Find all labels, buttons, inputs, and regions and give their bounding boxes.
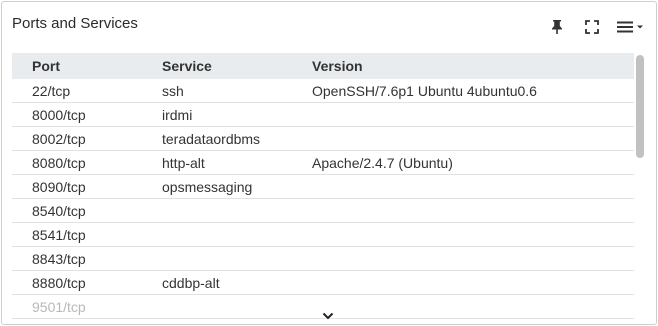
service-cell: teradataordbms xyxy=(162,126,312,151)
table-row[interactable]: 22/tcp ssh OpenSSH/7.6p1 Ubuntu 4ubuntu0… xyxy=(12,79,634,103)
port-cell: 22/tcp xyxy=(12,79,162,103)
service-cell: cddbp-alt xyxy=(162,270,312,295)
chevron-down-icon xyxy=(322,312,334,320)
ports-table-container[interactable]: Port Service Version 22/tcp ssh OpenSSH/… xyxy=(12,53,634,324)
table-row[interactable]: 8000/tcp irdmi xyxy=(12,102,634,127)
pin-icon xyxy=(552,20,562,34)
port-cell: 8541/tcp xyxy=(12,222,162,247)
service-cell: http-alt xyxy=(162,150,312,175)
service-cell: opsmessaging xyxy=(162,174,312,199)
port-cell: 8540/tcp xyxy=(12,198,162,223)
table-row[interactable]: 8843/tcp xyxy=(12,246,634,271)
scroll-down-button[interactable] xyxy=(321,310,335,322)
chevron-down-icon xyxy=(636,25,643,29)
table-row[interactable]: 8080/tcp http-alt Apache/2.4.7 (Ubuntu) xyxy=(12,150,634,175)
panel-title: Ports and Services xyxy=(12,15,138,32)
column-header-service[interactable]: Service xyxy=(162,53,312,79)
menu-icon xyxy=(616,21,633,33)
port-cell: 8000/tcp xyxy=(12,102,162,127)
table-row[interactable]: 8540/tcp xyxy=(12,198,634,223)
version-cell xyxy=(312,198,634,223)
service-cell: irdmi xyxy=(162,102,312,127)
pin-button[interactable] xyxy=(546,16,568,38)
service-cell xyxy=(162,198,312,223)
ports-services-panel: Ports and Services Port Service Version … xyxy=(1,1,657,325)
fullscreen-button[interactable] xyxy=(581,16,603,38)
port-cell: 8880/tcp xyxy=(12,270,162,295)
version-cell xyxy=(312,222,634,247)
service-cell xyxy=(162,294,312,319)
version-cell: Apache/2.4.7 (Ubuntu) xyxy=(312,150,634,175)
version-cell xyxy=(312,102,634,127)
menu-button[interactable] xyxy=(616,16,644,38)
table-row[interactable]: 8541/tcp xyxy=(12,222,634,247)
version-cell xyxy=(312,174,634,199)
version-cell: OpenSSH/7.6p1 Ubuntu 4ubuntu0.6 xyxy=(312,79,634,103)
port-cell: 9501/tcp xyxy=(12,294,162,319)
port-cell: 8002/tcp xyxy=(12,126,162,151)
version-cell xyxy=(312,126,634,151)
service-cell: ssh xyxy=(162,79,312,103)
port-cell: 8090/tcp xyxy=(12,174,162,199)
fullscreen-icon xyxy=(585,20,599,34)
version-cell xyxy=(312,270,634,295)
service-cell xyxy=(162,246,312,271)
port-cell: 8080/tcp xyxy=(12,150,162,175)
vertical-scrollbar-thumb[interactable] xyxy=(636,55,644,158)
panel-toolbar xyxy=(533,16,644,38)
ports-table: Port Service Version 22/tcp ssh OpenSSH/… xyxy=(12,53,634,319)
table-row[interactable]: 8880/tcp cddbp-alt xyxy=(12,270,634,295)
table-row[interactable]: 8002/tcp teradataordbms xyxy=(12,126,634,151)
table-row[interactable]: 8090/tcp opsmessaging xyxy=(12,174,634,199)
column-header-port[interactable]: Port xyxy=(12,53,162,79)
table-header-row: Port Service Version xyxy=(12,53,634,79)
version-cell xyxy=(312,294,634,319)
column-header-version[interactable]: Version xyxy=(312,53,634,79)
version-cell xyxy=(312,246,634,271)
service-cell xyxy=(162,222,312,247)
port-cell: 8843/tcp xyxy=(12,246,162,271)
